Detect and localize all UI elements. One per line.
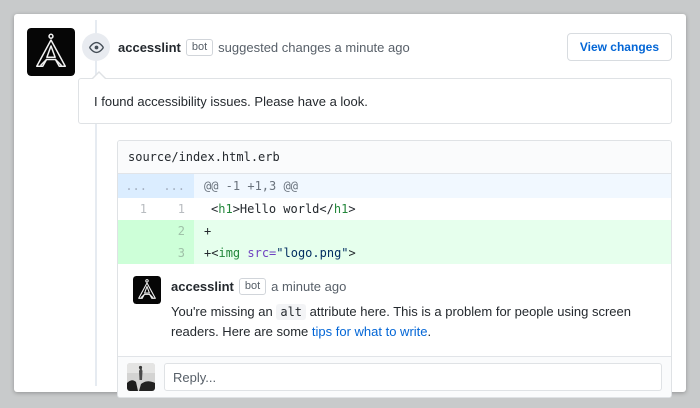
bot-badge: bot: [186, 39, 213, 56]
code-token: >: [348, 202, 355, 216]
diff-file-path[interactable]: source/index.html.erb: [118, 141, 671, 174]
code-line: +<img src="logo.png">: [194, 242, 671, 264]
user-photo: [127, 363, 155, 391]
review-thread: source/index.html.erb ... ... @@ -1 +1,3…: [117, 140, 672, 398]
code-line: +: [194, 220, 671, 242]
author-link[interactable]: accesslint: [171, 279, 234, 294]
review-timeline-card: accesslint bot suggested changes a minut…: [14, 14, 686, 392]
new-line-number: 3: [156, 242, 194, 264]
diff-line-added: 2 +: [118, 220, 671, 242]
hunk-old-gutter: ...: [118, 174, 156, 198]
bubble-caret-inner: [91, 65, 107, 81]
current-user-avatar[interactable]: [127, 363, 155, 391]
accesslint-bot-avatar-small[interactable]: [133, 276, 161, 304]
hunk-header-text: @@ -1 +1,3 @@: [194, 174, 671, 198]
new-line-number: 1: [156, 198, 194, 220]
hunk-new-gutter: ...: [156, 174, 194, 198]
old-line-number: [118, 242, 156, 264]
eye-icon: [89, 40, 104, 55]
accesslint-logo-icon: [27, 28, 75, 76]
accesslint-logo-icon: [133, 276, 161, 304]
comment-timestamp[interactable]: a minute ago: [271, 279, 346, 294]
thread-comment: accesslint bot a minute ago You're missi…: [118, 264, 671, 356]
bot-badge: bot: [239, 278, 266, 295]
code-token: >: [349, 246, 356, 260]
tips-link[interactable]: tips for what to write: [312, 324, 428, 339]
code-token: </: [319, 202, 333, 216]
thread-comment-content: accesslint bot a minute ago You're missi…: [171, 276, 656, 342]
code-token: Hello world: [240, 202, 319, 216]
new-line-number: 2: [156, 220, 194, 242]
review-summary-bubble: I found accessibility issues. Please hav…: [78, 78, 672, 124]
view-changes-button[interactable]: View changes: [567, 33, 672, 61]
review-header: accesslint bot suggested changes a minut…: [118, 38, 410, 56]
code-token: src=: [240, 246, 276, 260]
page-background: { "header": { "author": "accesslint", "b…: [0, 0, 700, 408]
code-token: +: [204, 224, 211, 238]
reply-bar: [118, 356, 671, 397]
inline-code-alt: alt: [276, 304, 306, 320]
comment-text: .: [428, 324, 432, 339]
old-line-number: 1: [118, 198, 156, 220]
thread-comment-header: accesslint bot a minute ago: [171, 278, 656, 295]
review-requested-changes-badge: [82, 33, 110, 61]
review-action-text: suggested changes a minute ago: [218, 40, 410, 55]
diff-line-context: 1 1 <h1>Hello world</h1>: [118, 198, 671, 220]
code-token: h1: [218, 202, 232, 216]
author-link[interactable]: accesslint: [118, 40, 181, 55]
thread-comment-body: You're missing an alt attribute here. Th…: [171, 302, 656, 342]
review-summary-text: I found accessibility issues. Please hav…: [94, 94, 368, 109]
diff-hunk-row: ... ... @@ -1 +1,3 @@: [118, 174, 671, 198]
accesslint-bot-avatar[interactable]: [27, 28, 75, 76]
diff-line-added: 3 +<img src="logo.png">: [118, 242, 671, 264]
old-line-number: [118, 220, 156, 242]
reply-input[interactable]: [164, 363, 662, 391]
code-token: >: [233, 202, 240, 216]
code-token: h1: [334, 202, 348, 216]
code-token: "logo.png": [276, 246, 348, 260]
code-token: img: [218, 246, 240, 260]
code-line: <h1>Hello world</h1>: [194, 198, 671, 220]
comment-text: You're missing an: [171, 304, 276, 319]
